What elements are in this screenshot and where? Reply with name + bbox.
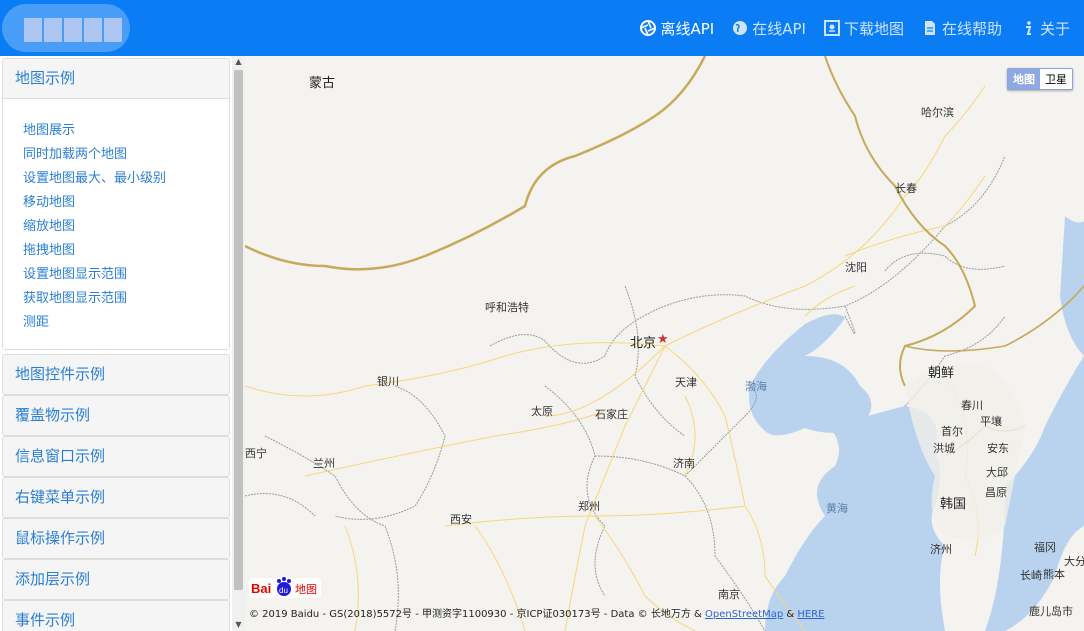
nav-label: 在线帮助 — [941, 19, 1002, 38]
panel-title[interactable]: 添加层示例 — [3, 560, 229, 599]
panel-title[interactable]: 地图示例 — [3, 59, 229, 98]
map-label: 朝鲜 — [928, 366, 955, 381]
map-label: 西宁 — [245, 447, 267, 460]
map-label: 呼和浩特 — [485, 301, 529, 314]
scroll-thumb[interactable] — [234, 70, 243, 590]
map-type-satellite-button[interactable]: 卫星 — [1040, 69, 1072, 89]
map-copyright: © 2019 Baidu - GS(2018)5572号 - 甲测资字11009… — [249, 605, 824, 620]
panel-controls: 地图控件示例 — [2, 354, 230, 395]
nav-offline-api[interactable]: 离线API — [640, 18, 714, 39]
panel-title[interactable]: 事件示例 — [3, 601, 229, 631]
map-label: 黄海 — [826, 502, 848, 515]
nav-label: 在线API — [752, 19, 806, 38]
svg-text:du: du — [279, 586, 288, 595]
copyright-text: © 2019 Baidu - GS(2018)5572号 - 甲测资字11009… — [249, 609, 705, 620]
panel-title[interactable]: 右键菜单示例 — [3, 478, 229, 517]
panel-map-examples: 地图示例 地图展示 同时加载两个地图 设置地图最大、最小级别 移动地图 缩放地图… — [2, 58, 230, 350]
nav-label: 关于 — [1039, 19, 1070, 38]
nav-label: 离线API — [660, 19, 715, 38]
map-label: 太原 — [531, 405, 553, 418]
nav-online-help[interactable]: 在线帮助 — [922, 18, 1002, 39]
panel-mouse: 鼠标操作示例 — [2, 518, 230, 559]
copyright-amp: & — [783, 609, 798, 620]
map-label: 长崎 — [1020, 569, 1042, 582]
logo-tiles — [24, 18, 124, 42]
scroll-up-arrow-icon[interactable]: ▲ — [232, 56, 245, 68]
link-get-bounds[interactable]: 获取地图显示范围 — [23, 287, 229, 311]
map-label: 郑州 — [578, 500, 600, 513]
download-map-icon — [823, 20, 840, 36]
panel-title[interactable]: 鼠标操作示例 — [3, 519, 229, 558]
aperture-icon — [640, 20, 657, 36]
map-label: 北京 — [630, 336, 657, 351]
link-zoom-map[interactable]: 缩放地图 — [23, 215, 229, 239]
top-nav: 离线API 在线API 下载地图 在线帮助 关于 — [640, 0, 1070, 56]
panel-events: 事件示例 — [2, 600, 230, 631]
map-type-map-button[interactable]: 地图 — [1008, 69, 1040, 89]
map-label: 济州 — [930, 543, 952, 556]
map-label: 首尔 — [941, 425, 963, 438]
link-here[interactable]: HERE — [797, 609, 824, 620]
map-label: 济南 — [673, 457, 695, 470]
map-label: 长春 — [895, 182, 917, 195]
link-zoom-levels[interactable]: 设置地图最大、最小级别 — [23, 167, 229, 191]
map-label: 哈尔滨 — [921, 106, 954, 119]
map-label: 洪城 — [933, 442, 955, 455]
map-label: 昌原 — [985, 486, 1007, 499]
top-bar: 离线API 在线API 下载地图 在线帮助 关于 — [0, 0, 1084, 56]
sidebar-scrollbar[interactable]: ▲ ▼ — [232, 56, 245, 631]
panel-layers: 添加层示例 — [2, 559, 230, 600]
map-label: 安东 — [987, 442, 1009, 455]
panel-title[interactable]: 信息窗口示例 — [3, 437, 229, 476]
link-move-map[interactable]: 移动地图 — [23, 191, 229, 215]
link-measure[interactable]: 测距 — [23, 311, 229, 335]
link-map-display[interactable]: 地图展示 — [23, 119, 229, 143]
map-label: 福冈 — [1034, 541, 1056, 554]
map-label: 平壤 — [980, 415, 1002, 428]
svg-text:地图: 地图 — [295, 583, 317, 596]
globe-icon — [733, 21, 748, 35]
map-label: 大分 — [1064, 555, 1084, 568]
link-openstreetmap[interactable]: OpenStreetMap — [705, 609, 783, 620]
nav-download-map[interactable]: 下载地图 — [823, 18, 904, 39]
panel-title[interactable]: 地图控件示例 — [3, 355, 229, 394]
svg-text:Bai: Bai — [251, 581, 271, 596]
panel-info-window: 信息窗口示例 — [2, 436, 230, 477]
map-label: 熊本 — [1043, 568, 1065, 581]
star-icon: ★ — [657, 332, 669, 347]
scroll-down-arrow-icon[interactable]: ▼ — [232, 619, 245, 631]
map-label: 兰州 — [313, 457, 335, 470]
panel-overlays: 覆盖物示例 — [2, 395, 230, 436]
link-set-bounds[interactable]: 设置地图显示范围 — [23, 263, 229, 287]
document-icon — [924, 21, 935, 35]
panel-title[interactable]: 覆盖物示例 — [3, 396, 229, 435]
map-label: 银川 — [377, 375, 399, 388]
info-icon — [1025, 21, 1032, 35]
map-label: 韩国 — [940, 497, 967, 512]
link-drag-map[interactable]: 拖拽地图 — [23, 239, 229, 263]
panel-context-menu: 右键菜单示例 — [2, 477, 230, 518]
map-label: 沈阳 — [845, 261, 867, 274]
link-two-maps[interactable]: 同时加载两个地图 — [23, 143, 229, 167]
panel-links: 地图展示 同时加载两个地图 设置地图最大、最小级别 移动地图 缩放地图 拖拽地图… — [3, 98, 229, 349]
map-label: 鹿儿岛市 — [1029, 605, 1073, 618]
map-label: 蒙古 — [309, 76, 336, 91]
map-label: 西安 — [450, 513, 472, 526]
map-label: 石家庄 — [595, 408, 628, 421]
map-label: 天津 — [675, 376, 697, 389]
map-label: 春川 — [961, 399, 983, 412]
logo[interactable] — [2, 4, 130, 52]
map-label: 大邱 — [986, 466, 1008, 479]
map-label: 渤海 — [745, 380, 767, 393]
map-type-switch: 地图 卫星 — [1007, 68, 1073, 90]
sidebar: 地图示例 地图展示 同时加载两个地图 设置地图最大、最小级别 移动地图 缩放地图… — [0, 56, 232, 631]
map-canvas[interactable]: 地图 卫星 蒙古 哈尔滨 长春 沈阳 呼和浩特 北京 ★ 天津 银川 太原 石家… — [245, 56, 1084, 631]
baidu-logo-icon: Bai du 地图 — [249, 577, 321, 598]
nav-about[interactable]: 关于 — [1020, 18, 1070, 39]
nav-online-api[interactable]: 在线API — [732, 18, 806, 39]
nav-label: 下载地图 — [843, 19, 904, 38]
map-label: 南京 — [718, 588, 740, 601]
